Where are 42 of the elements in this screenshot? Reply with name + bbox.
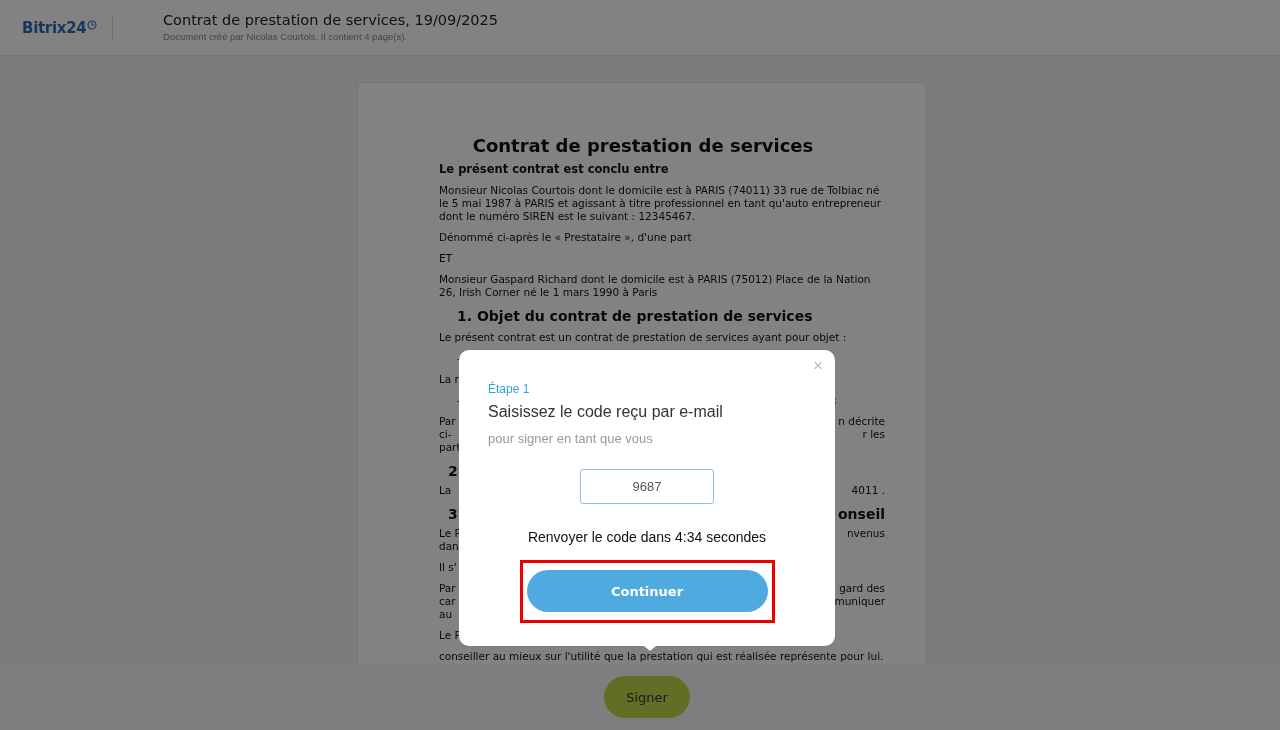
partial-text: dan — [439, 540, 459, 553]
partial-text: - — [457, 352, 461, 365]
dialog-subtitle: pour signer en tant que vous — [488, 431, 654, 446]
partial-text: - — [457, 394, 461, 407]
step-label: Étape 1 — [488, 382, 531, 396]
partial-text: onseil — [838, 505, 885, 523]
logo: Bitrix24 — [22, 18, 87, 37]
contract-title: Contrat de prestation de services — [471, 135, 815, 157]
paragraph: Le présent contrat est un contrat de prestation de services ayant pour objet : — [439, 331, 848, 344]
partial-text: car — [439, 595, 456, 608]
partial-text: 3 — [448, 505, 458, 523]
partial-text: La r — [439, 373, 459, 386]
sign-button[interactable]: Signer — [604, 676, 690, 718]
code-field[interactable]: 9687 — [580, 469, 714, 504]
clock-icon — [87, 19, 98, 30]
resend-timer: Renvoyer le code dans 4:34 secondes — [526, 529, 768, 545]
partial-text: ci- — [439, 428, 452, 441]
paragraph: Dénommé ci-après le « Prestataire », d'une part — [439, 231, 693, 244]
partial-text: muniquer — [834, 595, 885, 608]
close-button[interactable]: × — [811, 357, 825, 375]
partial-text: nvenus — [846, 527, 885, 540]
partial-text: 4011 . — [851, 484, 885, 497]
document-title: Contrat de prestation de services, 19/09/2025 — [163, 11, 499, 28]
paragraph: Monsieur Nicolas Courtois dont le domicile est à PARIS (74011) 33 rue de Tolbiac né le 5 mai 1987 à PARIS et agissant à titre professionnel en tant qu'auto entrepreneur dont le numéro SIREN est le suivant : 12345467. — [439, 184, 882, 223]
partial-text: gard des — [839, 582, 885, 595]
partial-text: La — [439, 484, 452, 497]
paragraph: conseiller au mieux sur l'utilité que la prestation qui est réalisée représente pour lui. — [439, 650, 885, 662]
partial-text: r les — [862, 428, 885, 441]
dialog-title: Saisissez le code reçu par e-mail — [488, 403, 724, 421]
section-heading: 1. Objet du contrat de prestation de services — [457, 307, 814, 325]
partial-text: Par — [439, 415, 456, 428]
continue-button[interactable]: Continuer — [526, 570, 768, 612]
partial-text: ; — [833, 394, 837, 407]
partial-text: Il s' — [439, 561, 457, 574]
partial-text: n décrite — [838, 415, 885, 428]
partial-text: part — [439, 441, 461, 454]
paragraph: Monsieur Gaspard Richard dont le domicile est à PARIS (75012) Place de la Nation 26, Irish Corner né le 1 mars 1990 à Paris — [439, 273, 872, 299]
partial-text: Par — [439, 582, 456, 595]
paragraph: ET — [439, 252, 454, 265]
partial-text: 2 — [448, 462, 458, 480]
partial-text: au — [439, 608, 453, 621]
section-heading: Le présent contrat est conclu entre — [439, 162, 670, 176]
